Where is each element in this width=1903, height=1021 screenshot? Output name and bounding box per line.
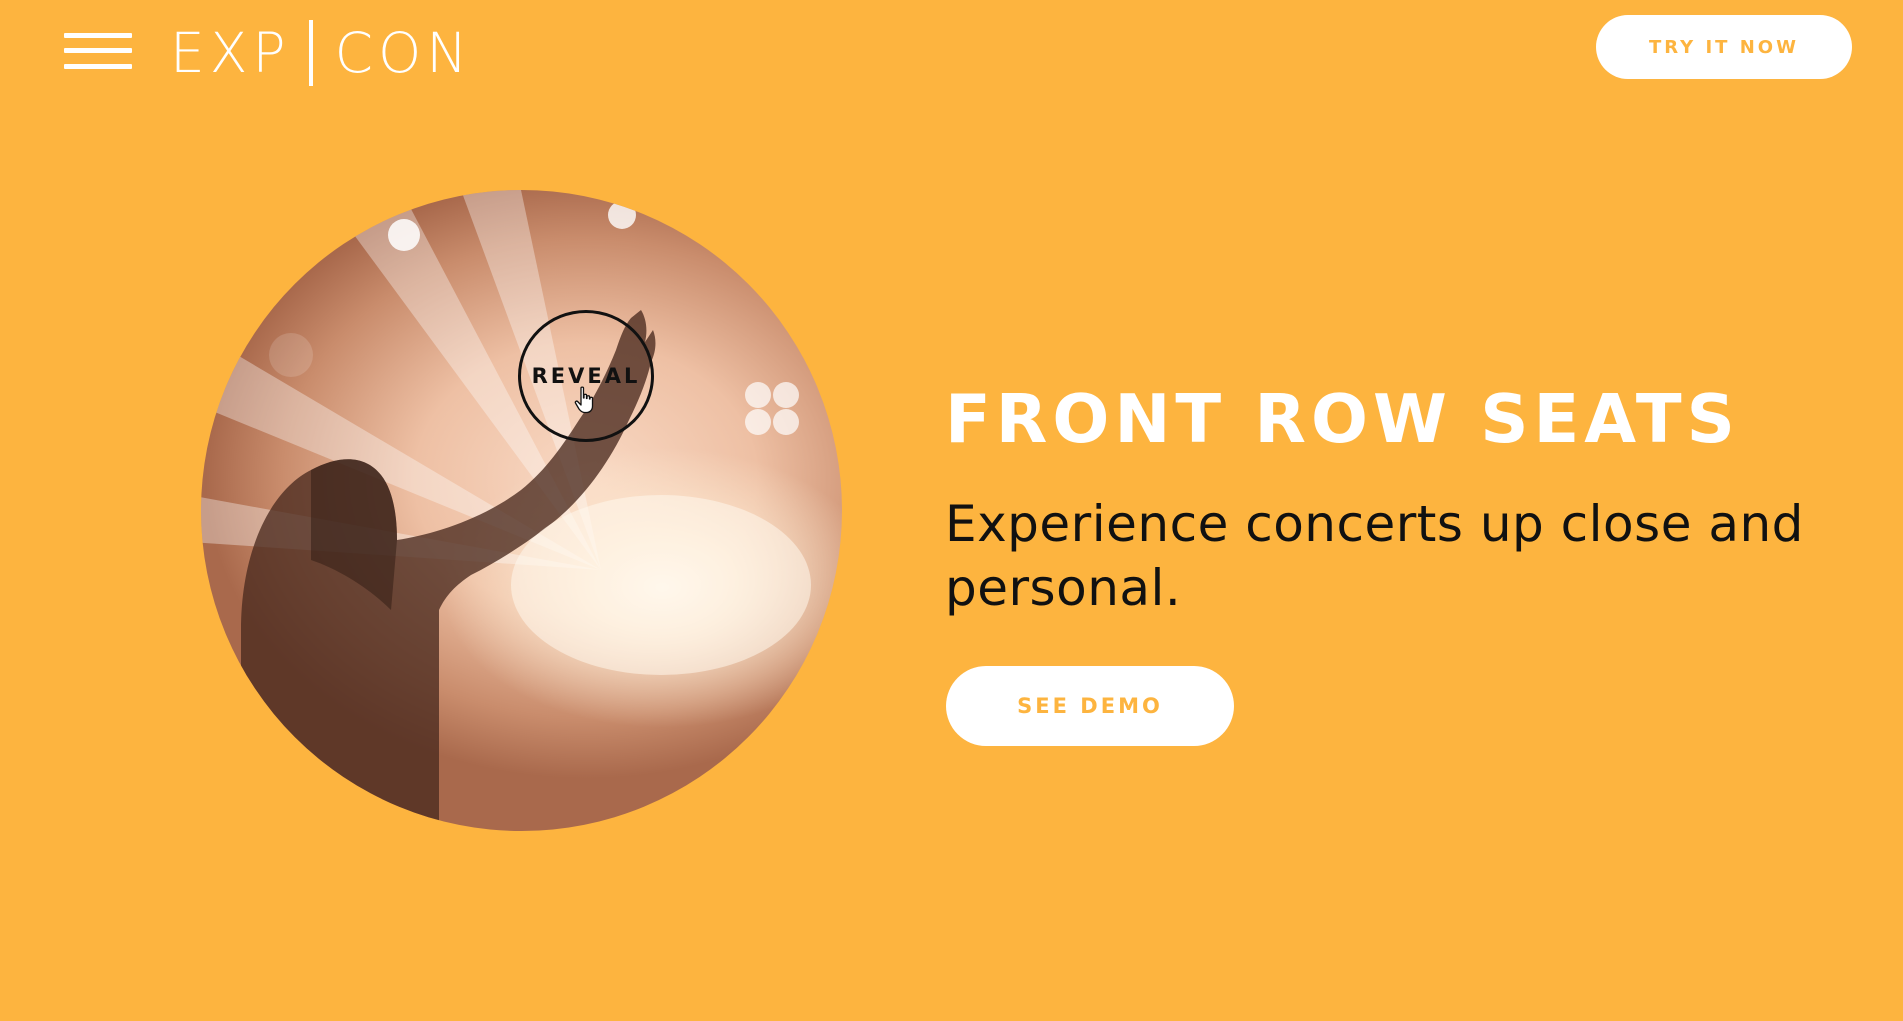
logo-right-text: CON bbox=[334, 21, 473, 85]
try-it-now-button[interactable]: TRY IT NOW bbox=[1596, 15, 1852, 79]
reveal-button[interactable]: REVEAL bbox=[518, 310, 654, 442]
hero-subheadline: Experience concerts up close and persona… bbox=[945, 495, 1804, 617]
concert-photo-art bbox=[201, 190, 811, 831]
stage-light bbox=[388, 219, 420, 251]
menu-line bbox=[64, 33, 132, 38]
concert-photo bbox=[201, 190, 842, 831]
stage-light bbox=[773, 409, 799, 435]
menu-line bbox=[64, 48, 132, 53]
menu-line bbox=[64, 64, 132, 69]
hero-headline: FRONT ROW SEATS bbox=[945, 380, 1740, 458]
see-demo-button[interactable]: SEE DEMO bbox=[946, 666, 1234, 746]
reveal-label: REVEAL bbox=[531, 364, 641, 388]
logo[interactable]: EXP CON bbox=[170, 18, 472, 88]
stage-light bbox=[269, 333, 313, 377]
light-glow bbox=[511, 495, 811, 675]
stage-light bbox=[745, 382, 771, 408]
logo-left-text: EXP bbox=[170, 21, 291, 85]
pointer-hand-icon bbox=[574, 386, 594, 414]
logo-divider bbox=[308, 20, 313, 86]
stage-light bbox=[745, 409, 771, 435]
stage-light bbox=[773, 382, 799, 408]
hamburger-menu-icon[interactable] bbox=[64, 33, 132, 73]
stage-light bbox=[608, 201, 636, 229]
